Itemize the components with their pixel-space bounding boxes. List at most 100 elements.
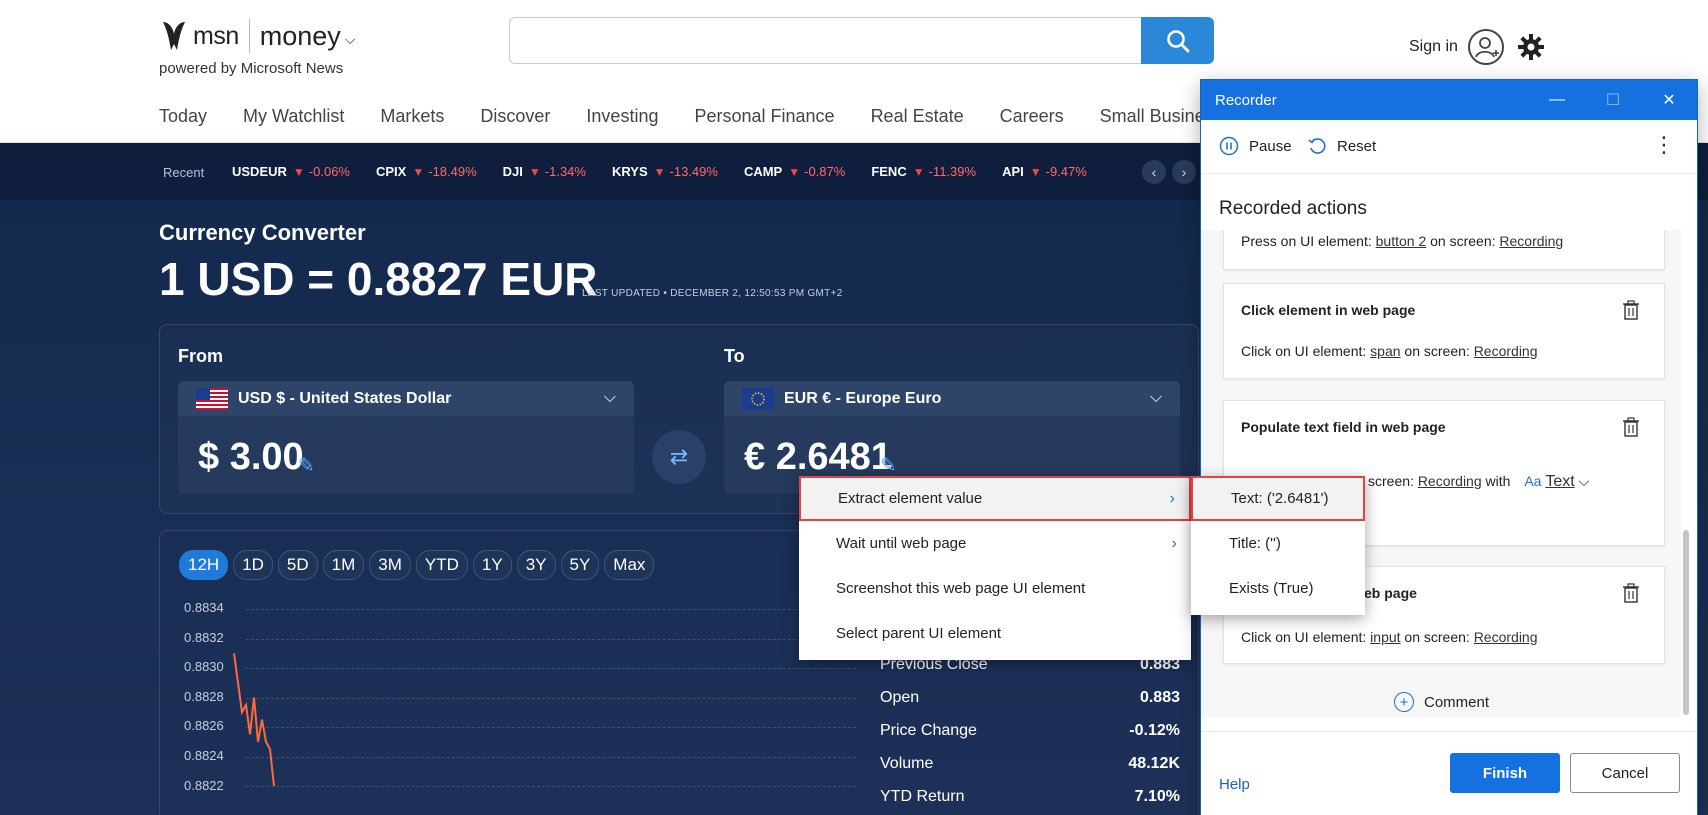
stat-row: Price Change -0.12% <box>880 722 1180 755</box>
user-avatar-icon[interactable] <box>1468 29 1504 65</box>
period-3m[interactable]: 3M <box>369 550 411 580</box>
down-arrow-icon: ▼ <box>912 164 925 179</box>
period-5d[interactable]: 5D <box>277 550 318 580</box>
chevron-down-icon[interactable]: ⌵ <box>345 31 356 48</box>
period-1m[interactable]: 1M <box>322 550 365 580</box>
more-options-icon[interactable]: ⋮ <box>1653 132 1675 158</box>
scrollbar-thumb[interactable] <box>1683 530 1689 715</box>
ticker-item[interactable]: CAMP ▼ -0.87% <box>744 164 845 179</box>
ticker-change: -0.87% <box>804 164 846 179</box>
menu-item-select-parent[interactable]: Select parent UI element <box>799 611 1191 656</box>
pause-button[interactable]: Pause <box>1219 136 1292 156</box>
action-element-link[interactable]: input <box>1370 629 1400 645</box>
nav-investing[interactable]: Investing <box>586 106 658 127</box>
period-max[interactable]: Max <box>604 550 655 580</box>
menu-item-screenshot-element[interactable]: Screenshot this web page UI element <box>799 566 1191 611</box>
from-amount[interactable]: $ 3.00 <box>198 436 304 479</box>
nav-my-watchlist[interactable]: My Watchlist <box>243 106 344 127</box>
nav-careers[interactable]: Careers <box>1000 106 1064 127</box>
ticker-item[interactable]: FENC ▼ -11.39% <box>871 164 976 179</box>
ticker-item[interactable]: KRYS ▼ -13.49% <box>612 164 718 179</box>
to-currency-select[interactable]: EUR € - Europe Euro ⌵ <box>724 381 1180 416</box>
period-5y[interactable]: 5Y <box>560 550 600 580</box>
action-screen-link[interactable]: Recording <box>1474 629 1538 645</box>
ticker-item[interactable]: CPIX ▼ -18.49% <box>376 164 477 179</box>
nav-markets[interactable]: Markets <box>380 106 444 127</box>
menu-item-wait-until-web-page[interactable]: Wait until web page › <box>799 521 1191 566</box>
period-1d[interactable]: 1D <box>233 550 273 580</box>
period-1y[interactable]: 1Y <box>472 550 512 580</box>
action-element-link[interactable]: span <box>1370 343 1400 359</box>
y-tick-label: 0.8830 <box>184 659 224 675</box>
cancel-button[interactable]: Cancel <box>1570 753 1680 793</box>
chevron-down-icon[interactable]: ⌵ <box>1579 473 1590 489</box>
edit-pencil-icon[interactable]: ✎ <box>880 453 897 478</box>
nav-today[interactable]: Today <box>159 106 207 127</box>
finish-button[interactable]: Finish <box>1450 753 1560 793</box>
help-link[interactable]: Help <box>1219 776 1250 793</box>
window-controls: — ☐ ✕ <box>1529 80 1697 120</box>
period-selector: 12H 1D 5D 1M 3M YTD 1Y 3Y 5Y Max <box>179 550 655 580</box>
chevron-right-icon: › <box>1171 534 1177 552</box>
delete-trash-icon[interactable] <box>1622 300 1640 320</box>
action-card[interactable]: Click element in web page Click on UI el… <box>1223 283 1665 379</box>
chevron-right-icon[interactable]: › <box>1172 160 1196 184</box>
person-icon <box>1475 37 1499 58</box>
recorder-title: Recorder <box>1215 91 1277 109</box>
action-card[interactable]: Press on UI element: button 2 on screen:… <box>1223 230 1665 270</box>
to-currency-text: EUR € - Europe Euro <box>784 389 942 407</box>
nav-personal-finance[interactable]: Personal Finance <box>694 106 834 127</box>
delete-trash-icon[interactable] <box>1622 583 1640 603</box>
minimize-icon[interactable]: — <box>1529 80 1585 120</box>
submenu-item-exists[interactable]: Exists (True) <box>1191 566 1365 611</box>
nav-discover[interactable]: Discover <box>480 106 550 127</box>
action-with: with <box>1485 473 1511 489</box>
period-ytd[interactable]: YTD <box>415 550 468 580</box>
edit-pencil-icon[interactable]: ✎ <box>298 453 315 478</box>
ticker-symbol: DJI <box>502 164 523 179</box>
search-input[interactable] <box>509 17 1142 64</box>
ticker-item[interactable]: API ▼ -9.47% <box>1002 164 1087 179</box>
recorder-toolbar: Pause Reset ⋮ <box>1201 120 1697 174</box>
nav-small-business[interactable]: Small Busine <box>1100 106 1205 127</box>
chevron-left-icon[interactable]: ‹ <box>1142 160 1166 184</box>
from-currency-select[interactable]: USD $ - United States Dollar ⌵ <box>178 381 634 416</box>
stat-value: 48.12K <box>1128 755 1180 772</box>
action-screen-link[interactable]: Recording <box>1499 233 1563 249</box>
sign-in-link[interactable]: Sign in <box>1409 38 1458 56</box>
down-arrow-icon: ▼ <box>292 164 305 179</box>
action-element-link[interactable]: button 2 <box>1376 233 1427 249</box>
plus-icon: + <box>1394 692 1414 712</box>
period-3y[interactable]: 3Y <box>516 550 556 580</box>
price-line-chart <box>233 653 275 787</box>
search-button[interactable] <box>1141 17 1214 64</box>
msn-money-logo[interactable]: msn money ⌵ <box>159 18 355 54</box>
scrollbar[interactable] <box>1682 230 1690 717</box>
period-12h[interactable]: 12H <box>179 550 229 580</box>
swap-currencies-button[interactable]: ⇄ <box>652 430 706 484</box>
close-icon[interactable]: ✕ <box>1641 80 1697 120</box>
action-screen-link[interactable]: Recording <box>1474 343 1538 359</box>
maximize-icon[interactable]: ☐ <box>1585 80 1641 120</box>
action-screen-link[interactable]: Recording <box>1418 473 1482 489</box>
menu-item-extract-element-value[interactable]: Extract element value › <box>799 476 1191 521</box>
nav-real-estate[interactable]: Real Estate <box>871 106 964 127</box>
stat-value: 0.883 <box>1139 689 1180 706</box>
ticker-change: -0.06% <box>308 164 350 179</box>
submenu-item-text[interactable]: Text: ('2.6481') <box>1191 476 1365 521</box>
ticker-change: -1.34% <box>544 164 586 179</box>
add-comment-button[interactable]: + Comment <box>1394 692 1489 712</box>
ticker-item[interactable]: USDEUR ▼ -0.06% <box>232 164 350 179</box>
grid-line <box>246 609 856 610</box>
reset-button[interactable]: Reset <box>1307 136 1376 156</box>
reset-icon <box>1308 138 1326 154</box>
action-text-link[interactable]: Text <box>1545 473 1574 490</box>
action-title: eb page <box>1364 585 1417 601</box>
ticker-item[interactable]: DJI ▼ -1.34% <box>503 164 586 179</box>
settings-gear-icon[interactable] <box>1517 33 1545 61</box>
stat-value: 7.10% <box>1134 788 1180 805</box>
reset-label: Reset <box>1337 137 1377 155</box>
to-amount[interactable]: € 2.6481 <box>744 436 892 479</box>
submenu-item-title[interactable]: Title: ('') <box>1191 521 1365 566</box>
delete-trash-icon[interactable] <box>1622 417 1640 437</box>
